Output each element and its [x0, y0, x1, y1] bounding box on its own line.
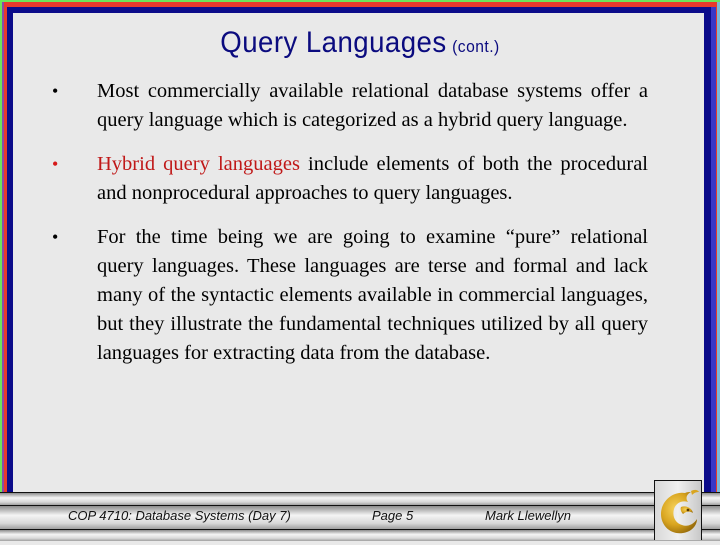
- bullet-icon: •: [52, 227, 59, 247]
- bullet-item: • For the time being we are going to exa…: [52, 223, 648, 368]
- bullet-text: For the time being we are going to exami…: [97, 226, 648, 364]
- footer-page-number: Page 5: [372, 508, 414, 523]
- bullet-item: • Most commercially available relational…: [52, 77, 648, 135]
- bullet-icon: •: [52, 81, 59, 101]
- bullet-text: Most commercially available relational d…: [97, 80, 648, 131]
- frame-border-blue-right: [711, 7, 716, 540]
- logo-box: [654, 480, 702, 540]
- footer-course: COP 4710: Database Systems (Day 7): [68, 508, 291, 523]
- slide-title-main: Query Languages: [220, 26, 447, 59]
- bullet-icon: •: [52, 154, 59, 174]
- highlight-term: Hybrid query languages: [97, 153, 300, 175]
- bullet-list: • Most commercially available relational…: [52, 77, 648, 383]
- bullet-item: • Hybrid query languages include element…: [52, 150, 648, 208]
- footer-author: Mark Llewellyn: [485, 508, 571, 523]
- footer-bar: COP 4710: Database Systems (Day 7) Page …: [0, 492, 720, 541]
- footer-band-top: [0, 492, 720, 505]
- ucf-pegasus-logo-icon: [661, 489, 699, 534]
- slide-title-suffix: (cont.): [452, 37, 500, 56]
- bullet-text: Hybrid query languages include elements …: [97, 150, 648, 208]
- slide-title: Query Languages (cont.): [29, 26, 691, 60]
- frame-border-purple: [2, 2, 4, 540]
- footer-band-bottom: [0, 529, 720, 541]
